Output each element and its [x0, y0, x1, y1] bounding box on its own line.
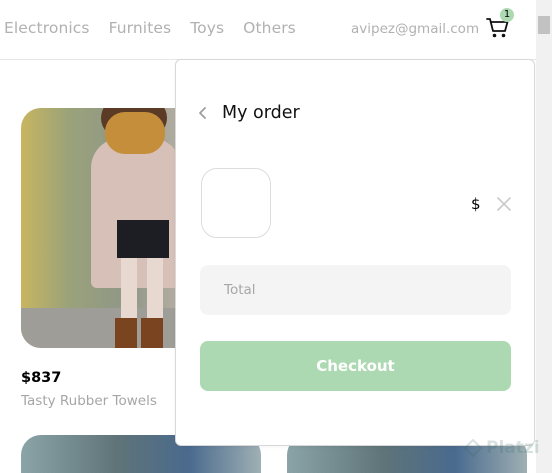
- order-panel: My order $ Total Checkout: [175, 59, 535, 446]
- order-item-image: [201, 168, 271, 238]
- nav-link-electronics[interactable]: Electronics: [4, 19, 90, 37]
- image-boot: [115, 318, 137, 348]
- order-total-box: Total: [200, 265, 511, 315]
- category-nav: Electronics Furnites Toys Others: [4, 19, 296, 37]
- cart-count-badge: 1: [500, 8, 514, 22]
- nav-link-furnites[interactable]: Furnites: [109, 19, 172, 37]
- order-title: My order: [222, 103, 300, 123]
- user-email: avipez@gmail.com: [351, 21, 480, 37]
- scrollbar-thumb[interactable]: [538, 16, 550, 34]
- nav-link-toys[interactable]: Toys: [190, 19, 224, 37]
- top-navbar: Electronics Furnites Toys Others avipez@…: [0, 0, 536, 60]
- image-skirt: [117, 220, 169, 258]
- cart-button[interactable]: 1: [486, 8, 514, 40]
- product-title: Tasty Rubber Towels: [21, 393, 157, 409]
- page-scrollbar[interactable]: [536, 0, 552, 473]
- image-leg: [121, 258, 137, 318]
- order-item-price: $: [471, 195, 481, 213]
- watermark-text: Platzi: [486, 438, 540, 458]
- close-icon[interactable]: [495, 195, 513, 213]
- image-boot: [141, 318, 163, 348]
- back-chevron-icon[interactable]: [198, 106, 208, 124]
- product-price: $837: [21, 370, 62, 386]
- image-scarf: [105, 112, 165, 154]
- platzi-watermark: Platzi: [464, 438, 540, 458]
- order-total-label: Total: [224, 282, 256, 298]
- platzi-logo-icon: [464, 439, 482, 457]
- checkout-button[interactable]: Checkout: [200, 341, 511, 391]
- image-leg: [147, 258, 163, 318]
- nav-link-others[interactable]: Others: [243, 19, 296, 37]
